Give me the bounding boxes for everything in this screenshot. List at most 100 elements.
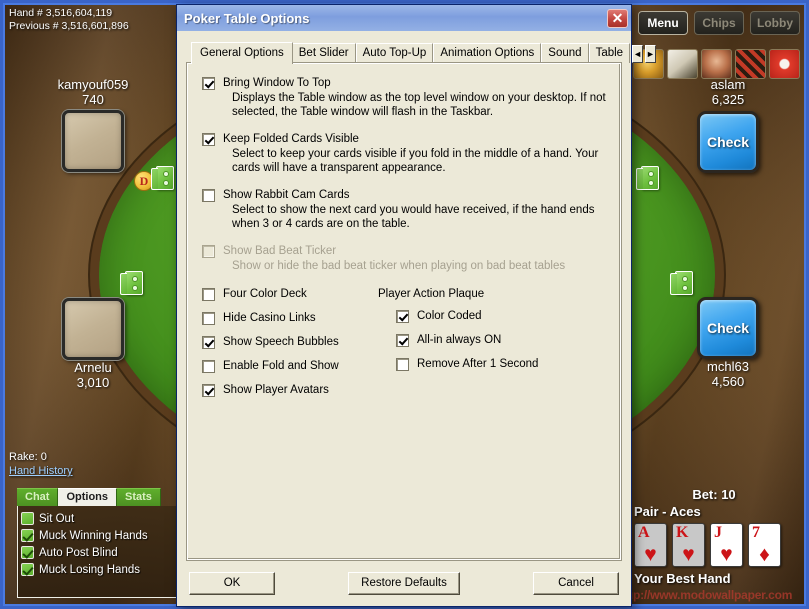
chat-tab-options[interactable]: Options [58,488,118,506]
checkbox-icon[interactable] [21,563,34,576]
option-enable-fold-and-show[interactable]: Enable Fold and Show [202,359,378,383]
option-four-color-deck[interactable]: Four Color Deck [202,287,378,311]
lobby-button[interactable]: Lobby [750,11,800,35]
cancel-button[interactable]: Cancel [533,571,619,595]
tab-table[interactable]: Table [588,43,631,63]
chat-tab-stats[interactable]: Stats [117,488,161,506]
card-rank: A [638,524,650,541]
poker-table-options-dialog: Poker Table Options ✕ General Options Be… [176,4,656,607]
option-description: Select to show the next card you would h… [232,204,595,230]
cards-icon[interactable] [667,49,698,79]
tab-sound[interactable]: Sound [541,43,589,63]
option-label: All-in always ON [417,334,502,346]
card: A ♥ [634,523,667,567]
option-bring-window-to-top: Bring Window To Top Displays the Table w… [202,76,606,119]
option-show-bad-beat-ticker: Show Bad Beat Ticker Show or hide the ba… [202,244,606,273]
option-remove-after-1-second[interactable]: Remove After 1 Second [396,357,606,381]
hand-history-link[interactable]: Hand History [9,465,73,477]
close-icon[interactable]: ✕ [607,8,628,28]
checkbox-icon[interactable] [21,529,34,542]
chat-option-auto-post-blind[interactable]: Auto Post Blind [21,544,191,561]
option-label: Bring Window To Top [223,77,331,89]
player-stack: 6,325 [711,92,745,107]
card: 7 ♦ [748,523,781,567]
checkbox-four-color-deck[interactable] [202,288,215,301]
checkbox-color-coded[interactable] [396,310,409,323]
avatar [62,110,124,172]
chips-button[interactable]: Chips [694,11,744,35]
player-seat-kamyouf059[interactable]: kamyouf059 740 [25,77,161,172]
player-name: Arnelu [74,360,112,375]
hand-rank: Pair - Aces [634,504,701,519]
checkbox-hide-casino-links[interactable] [202,312,215,325]
best-hand-cards: A ♥ K ♥ J ♥ 7 ♦ [630,523,798,567]
dialog-titlebar[interactable]: Poker Table Options ✕ [177,5,631,31]
card-suit-icon: ♥ [720,542,733,566]
chat-options-panel: Chat Options Stats Sit Out Muck Winning … [17,488,195,598]
checkbox-remove-after-1-second[interactable] [396,358,409,371]
hand-info: Hand # 3,516,604,119 Previous # 3,516,60… [9,7,129,33]
checkbox-keep-folded-cards-visible[interactable] [202,133,215,146]
tab-general-options[interactable]: General Options [191,42,293,64]
option-color-coded[interactable]: Color Coded [396,309,606,333]
card-rank: K [676,524,689,541]
face-icon[interactable] [701,49,732,79]
chat-tab-bar: Chat Options Stats [17,488,195,506]
avatar [62,298,124,360]
poker-client-screen: Hand # 3,516,604,119 Previous # 3,516,60… [0,0,809,609]
table-toolbar: Menu Chips Lobby [638,11,800,35]
tab-animation-options[interactable]: Animation Options [433,43,542,63]
tab-scroll-right-icon[interactable]: ► [644,45,656,63]
player-name: aslam [710,77,746,92]
chat-option-sit-out[interactable]: Sit Out [21,510,191,527]
hole-cards-icon [151,166,174,190]
best-hand-panel: Bet: 10 Pair - Aces A ♥ K ♥ J ♥ 7 ♦ Your… [630,487,798,586]
checkbox-enable-fold-and-show[interactable] [202,360,215,373]
game-icon-bar [633,49,800,79]
player-seat-arnelu[interactable]: Arnelu 3,010 [25,295,161,390]
restore-defaults-button[interactable]: Restore Defaults [348,571,460,595]
tab-page-general-options: Bring Window To Top Displays the Table w… [187,63,621,560]
player-stack: 4,560 [711,374,745,389]
checkbox-icon[interactable] [21,512,34,525]
dialog-button-bar: OK Restore Defaults Cancel [177,560,631,606]
tab-auto-top-up[interactable]: Auto Top-Up [355,43,434,63]
player-stack: 3,010 [76,375,110,390]
chat-options-list: Sit Out Muck Winning Hands Auto Post Bli… [17,506,195,598]
player-name: kamyouf059 [57,77,129,92]
option-hide-casino-links[interactable]: Hide Casino Links [202,311,378,335]
option-label: Color Coded [417,310,482,322]
chat-tab-chat[interactable]: Chat [17,488,59,506]
player-seat-aslam[interactable]: aslam 6,325 Check [663,77,793,173]
checkbox-bring-window-to-top[interactable] [202,77,215,90]
best-hand-label: Your Best Hand [634,571,731,586]
ok-button[interactable]: OK [189,571,275,595]
checkbox-icon[interactable] [21,546,34,559]
option-description: Displays the Table window as the top lev… [232,92,606,118]
option-show-player-avatars[interactable]: Show Player Avatars [202,383,378,407]
hole-cards-icon [636,166,659,190]
option-label: Show Rabbit Cam Cards [223,189,350,201]
chat-option-muck-losing-hands[interactable]: Muck Losing Hands [21,561,191,578]
timer-icon[interactable] [769,49,800,79]
option-label: Enable Fold and Show [223,360,339,372]
option-label: Remove After 1 Second [417,358,539,370]
checkbox-all-in-always-on[interactable] [396,334,409,347]
tab-bet-slider[interactable]: Bet Slider [291,43,356,63]
tab-scroll-left-icon[interactable]: ◄ [632,45,643,63]
chat-option-muck-winning-hands[interactable]: Muck Winning Hands [21,527,191,544]
option-description: Select to keep your cards visible if you… [232,148,599,174]
option-show-speech-bubbles[interactable]: Show Speech Bubbles [202,335,378,359]
chat-option-label: Muck Winning Hands [39,529,148,542]
checkbox-show-speech-bubbles[interactable] [202,336,215,349]
menu-button[interactable]: Menu [638,11,688,35]
player-seat-mchl63[interactable]: Check mchl63 4,560 [663,293,793,389]
hole-cards-icon [120,271,143,295]
checkbox-show-rabbit-cam-cards[interactable] [202,189,215,202]
checkbox-show-player-avatars[interactable] [202,384,215,397]
option-all-in-always-on[interactable]: All-in always ON [396,333,606,357]
chat-option-label: Muck Losing Hands [39,563,140,576]
roulette-icon[interactable] [735,49,766,79]
checkbox-show-bad-beat-ticker [202,245,215,258]
card-suit-icon: ♦ [759,542,770,566]
